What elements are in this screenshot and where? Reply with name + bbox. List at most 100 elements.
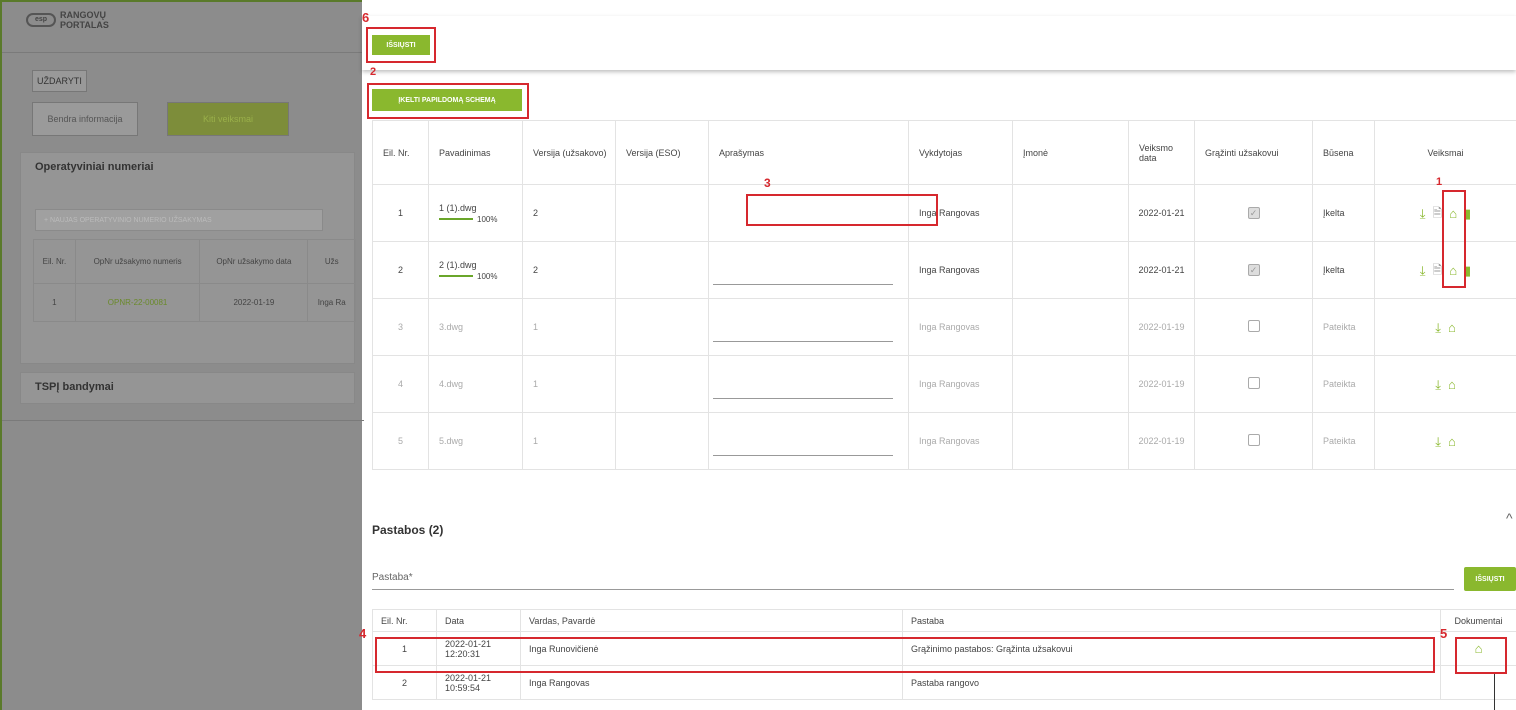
file-name[interactable]: 1 (1).dwg bbox=[439, 203, 477, 213]
briefcase-icon[interactable]: ⌂ bbox=[1448, 378, 1456, 391]
description-input[interactable] bbox=[713, 271, 893, 285]
tab-general-info[interactable]: Bendra informacija bbox=[32, 102, 138, 136]
col-header: OpNr užsakymo data bbox=[199, 239, 309, 284]
cell-executor: Inga Rangovas bbox=[908, 412, 1013, 470]
highlight-box-6 bbox=[366, 27, 436, 63]
logo: esp RANGOVŲ PORTALAS bbox=[26, 10, 109, 30]
download-icon[interactable]: ⤓ bbox=[1420, 264, 1426, 277]
cell-version: 1 bbox=[522, 298, 616, 356]
return-checkbox[interactable] bbox=[1247, 434, 1260, 446]
col-header: Įmonė bbox=[1012, 120, 1129, 185]
description-input[interactable] bbox=[713, 328, 893, 342]
collapse-icon[interactable]: ^ bbox=[1506, 510, 1513, 526]
cell-company bbox=[1012, 355, 1129, 413]
highlight-box-5 bbox=[1455, 637, 1507, 674]
table-row: 3 3.dwg 1 Inga Rangovas 2022-01-19 Patei… bbox=[372, 298, 1516, 356]
col-header: Veiksmai bbox=[1374, 120, 1516, 185]
cell-description[interactable] bbox=[708, 412, 909, 470]
upload-progress: 100% bbox=[439, 215, 518, 224]
cell-date: 2022-01-19 bbox=[1128, 298, 1195, 356]
cell-return bbox=[1194, 298, 1313, 356]
cell-actions: ⤓ ⌂ bbox=[1374, 298, 1516, 356]
cell-return: ✓ bbox=[1194, 241, 1313, 299]
marker-2: 2 bbox=[370, 66, 377, 78]
return-checkbox[interactable]: ✓ bbox=[1247, 264, 1260, 276]
table-row: 5 5.dwg 1 Inga Rangovas 2022-01-19 Patei… bbox=[372, 412, 1516, 470]
col-header: Eil. Nr. bbox=[33, 239, 76, 284]
progress-label: 100% bbox=[477, 271, 498, 281]
table-header-row: Eil. Nr. Data Vardas, Pavardė Pastaba Do… bbox=[372, 609, 1516, 632]
cell-filename: 1 (1).dwg 100% bbox=[428, 184, 523, 242]
files-table: Eil. Nr. Pavadinimas Versija (užsakovo) … bbox=[372, 120, 1516, 470]
cell-version-eso bbox=[615, 355, 709, 413]
return-checkbox[interactable] bbox=[1247, 320, 1260, 332]
cell-description[interactable] bbox=[708, 241, 909, 299]
description-input[interactable] bbox=[713, 442, 893, 456]
cell-return bbox=[1194, 355, 1313, 413]
highlight-box-4 bbox=[375, 637, 1435, 673]
col-header: OpNr užsakymo numeris bbox=[74, 239, 201, 284]
order-number-link[interactable]: OPNR-22-00081 bbox=[74, 283, 201, 322]
cell-nr: 2 bbox=[372, 241, 429, 299]
cell-status: Pateikta bbox=[1312, 412, 1375, 470]
esp-logo-icon: esp bbox=[26, 13, 56, 27]
cell-version-eso bbox=[615, 241, 709, 299]
cell-company bbox=[1012, 184, 1129, 242]
progress-bar bbox=[439, 218, 473, 221]
file-name[interactable]: 4.dwg bbox=[428, 355, 523, 413]
cell-status: Įkelta bbox=[1312, 241, 1375, 299]
cell-version-eso bbox=[615, 298, 709, 356]
upload-progress: 100% bbox=[439, 272, 518, 281]
document-icon[interactable]: 🗎 bbox=[1433, 206, 1443, 220]
briefcase-icon[interactable]: ⌂ bbox=[1448, 435, 1456, 448]
col-header: Aprašymas bbox=[708, 120, 909, 185]
pointer-line bbox=[1494, 674, 1495, 710]
panel-title: Operatyviniai numeriai bbox=[35, 161, 154, 173]
cell-date: 2022-01-21 bbox=[1128, 184, 1195, 242]
file-name[interactable]: 5.dwg bbox=[428, 412, 523, 470]
highlight-box-2 bbox=[367, 83, 529, 119]
cell-status: Pateikta bbox=[1312, 298, 1375, 356]
note-send-button[interactable]: IŠSIŲSTI bbox=[1464, 567, 1516, 591]
description-input[interactable] bbox=[713, 385, 893, 399]
download-icon[interactable]: ⤓ bbox=[1435, 378, 1441, 391]
tspi-tests-panel[interactable]: TSPĮ bandymai bbox=[20, 372, 355, 404]
tab-other-actions[interactable]: Kiti veiksmai bbox=[167, 102, 289, 136]
cell-description[interactable] bbox=[708, 298, 909, 356]
cell-version: 1 bbox=[522, 412, 616, 470]
highlight-box-3 bbox=[746, 194, 938, 226]
download-icon[interactable]: ⤓ bbox=[1435, 321, 1441, 334]
col-header: Data bbox=[436, 609, 521, 632]
cell-nr: 3 bbox=[372, 298, 429, 356]
marker-6: 6 bbox=[362, 10, 370, 25]
divider bbox=[2, 420, 364, 421]
cell-status: Pateikta bbox=[1312, 355, 1375, 413]
cell-version: 2 bbox=[522, 241, 616, 299]
close-button[interactable]: UŽDARYTI bbox=[32, 70, 87, 92]
note-time: 10:59:54 bbox=[445, 682, 481, 693]
col-header: Pastaba bbox=[902, 609, 1441, 632]
document-icon[interactable]: 🗎 bbox=[1433, 263, 1443, 277]
col-header: Veiksmo data bbox=[1128, 120, 1195, 185]
return-checkbox[interactable] bbox=[1247, 377, 1260, 389]
cell-version-eso bbox=[615, 184, 709, 242]
cell-filename: 2 (1).dwg 100% bbox=[428, 241, 523, 299]
cell-date: 2022-01-19 bbox=[1128, 412, 1195, 470]
file-name[interactable]: 3.dwg bbox=[428, 298, 523, 356]
add-operative-number-button[interactable]: + NAUJAS OPERATYVINIO NUMERIO UŽSAKYMAS bbox=[35, 209, 323, 231]
cell-company bbox=[1012, 412, 1129, 470]
file-name[interactable]: 2 (1).dwg bbox=[439, 260, 477, 270]
operative-numbers-table: Eil. Nr. OpNr užsakymo numeris OpNr užsa… bbox=[33, 239, 356, 322]
cell-nr: 1 bbox=[372, 184, 429, 242]
cell-date: 2022-01-19 bbox=[199, 283, 309, 322]
note-input[interactable]: Pastaba* bbox=[372, 565, 1454, 590]
col-header: Grąžinti užsakovui bbox=[1194, 120, 1313, 185]
return-checkbox[interactable]: ✓ bbox=[1247, 207, 1260, 219]
download-icon[interactable]: ⤓ bbox=[1420, 207, 1426, 220]
col-header: Vykdytojas bbox=[908, 120, 1013, 185]
col-header: Dokumentai bbox=[1440, 609, 1516, 632]
briefcase-icon[interactable]: ⌂ bbox=[1448, 321, 1456, 334]
cell-return bbox=[1194, 412, 1313, 470]
download-icon[interactable]: ⤓ bbox=[1435, 435, 1441, 448]
cell-description[interactable] bbox=[708, 355, 909, 413]
